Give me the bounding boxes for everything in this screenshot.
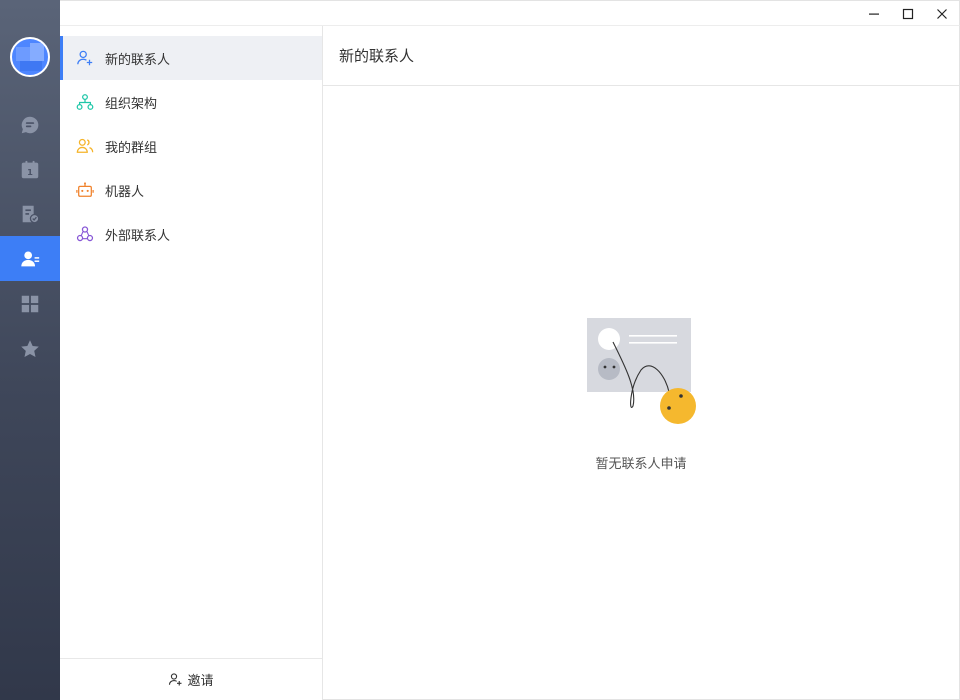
- menu-item-robots[interactable]: 机器人: [60, 168, 322, 212]
- menu-item-org-structure[interactable]: 组织架构: [60, 80, 322, 124]
- contacts-icon: [21, 250, 40, 266]
- group-icon: [76, 138, 94, 153]
- menu-item-label: 外部联系人: [105, 228, 171, 244]
- calendar-badge: 1: [27, 167, 33, 177]
- page-title: 新的联系人: [339, 47, 415, 65]
- menu-item-label: 新的联系人: [105, 52, 171, 68]
- avatar[interactable]: [10, 37, 50, 77]
- close-icon: [937, 8, 947, 19]
- calendar-icon: 1: [21, 160, 39, 178]
- rail-item-chat[interactable]: [0, 102, 60, 147]
- maximize-icon: [902, 8, 914, 19]
- menu-item-my-groups[interactable]: 我的群组: [60, 124, 322, 168]
- menu-item-label: 机器人: [105, 184, 145, 200]
- chat-icon: [21, 116, 39, 133]
- rail-item-contacts[interactable]: [0, 236, 60, 281]
- star-icon: [21, 339, 39, 357]
- minimize-button[interactable]: [857, 1, 891, 26]
- empty-state-illustration: [587, 318, 696, 424]
- contacts-menu: 新的联系人 组织架构 我的群组 机器人 外部联系人 邀请: [60, 26, 323, 700]
- app-rail: 1: [0, 0, 60, 700]
- main-header: 新的联系人: [323, 26, 959, 86]
- add-user-icon: [77, 50, 93, 66]
- apps-grid-icon: [21, 295, 39, 312]
- add-user-icon: [169, 673, 182, 686]
- main-pane: 新的联系人 暂无联系人申请: [323, 26, 960, 700]
- invite-button[interactable]: 邀请: [60, 658, 322, 700]
- org-chart-icon: [76, 94, 94, 110]
- title-bar: [60, 0, 960, 26]
- rail-item-favorites[interactable]: [0, 326, 60, 371]
- empty-state-text: 暂无联系人申请: [595, 457, 687, 472]
- rail-item-calendar[interactable]: 1: [0, 147, 60, 192]
- menu-item-new-contacts[interactable]: 新的联系人: [60, 36, 322, 80]
- rail-item-apps[interactable]: [0, 281, 60, 326]
- menu-item-label: 组织架构: [105, 96, 158, 112]
- external-contacts-icon: [76, 226, 94, 242]
- close-button[interactable]: [925, 1, 959, 26]
- menu-item-label: 我的群组: [105, 140, 158, 156]
- menu-item-external-contacts[interactable]: 外部联系人: [60, 212, 322, 256]
- rail-item-document[interactable]: [0, 191, 60, 236]
- maximize-button[interactable]: [891, 1, 925, 26]
- robot-icon: [76, 182, 94, 197]
- document-icon: [22, 205, 40, 223]
- minimize-icon: [869, 13, 879, 15]
- invite-label: 邀请: [187, 674, 214, 689]
